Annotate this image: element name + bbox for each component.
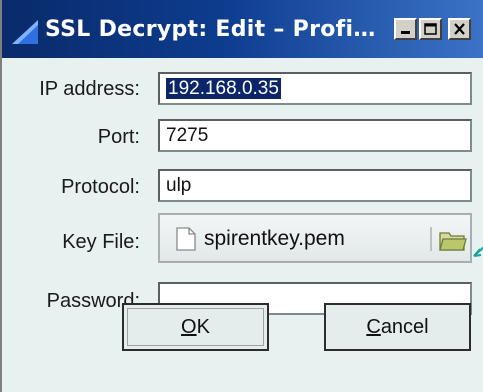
cancel-button[interactable]: Cancel: [324, 303, 471, 351]
close-icon: [454, 23, 465, 35]
maximize-button[interactable]: [419, 18, 442, 40]
key-file-name: spirentkey.pem: [204, 227, 345, 250]
picker-separator: [430, 227, 432, 251]
ok-button[interactable]: OK: [122, 303, 269, 351]
key-file-label: Key File:: [62, 231, 140, 253]
port-value: 7275: [166, 125, 209, 146]
protocol-label: Protocol:: [61, 176, 140, 198]
key-file-picker[interactable]: spirentkey.pem: [158, 213, 472, 263]
port-label: Port:: [97, 126, 140, 148]
minimize-button[interactable]: [394, 18, 417, 40]
close-button[interactable]: [448, 18, 471, 40]
ip-address-field[interactable]: 192.168.0.35: [158, 72, 472, 105]
pointer-arrow-icon: [473, 246, 483, 257]
ssl-decrypt-edit-dialog: SSL Decrypt: Edit – Profi… IP address: 1…: [0, 0, 483, 392]
port-field[interactable]: 7275: [158, 119, 472, 152]
app-shark-fin-icon: [12, 20, 38, 44]
document-icon: [176, 227, 196, 251]
window-title: SSL Decrypt: Edit – Profi…: [45, 17, 376, 42]
maximize-icon: [424, 23, 437, 35]
folder-open-icon[interactable]: [439, 228, 467, 252]
minimize-icon: [400, 31, 410, 34]
protocol-field[interactable]: ulp: [158, 169, 472, 202]
cancel-label: Cancel: [366, 315, 429, 338]
ip-address-value: 192.168.0.35: [166, 78, 281, 99]
ok-focus-ring: [127, 308, 264, 346]
dialog-body: IP address: 192.168.0.35 Port: 7275 Prot…: [2, 58, 483, 392]
title-bar[interactable]: SSL Decrypt: Edit – Profi…: [2, 0, 483, 58]
protocol-value: ulp: [166, 175, 192, 196]
ip-address-label: IP address:: [39, 78, 140, 100]
